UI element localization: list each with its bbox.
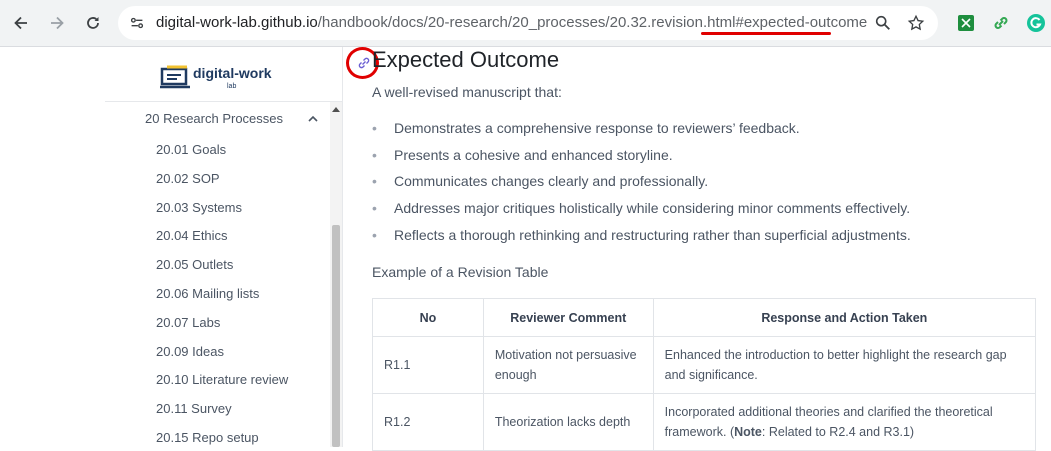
address-bar[interactable]: digital-work-lab.github.io/handbook/docs…	[118, 6, 938, 40]
table-row: R1.1 Motivation not persuasive enough En…	[372, 336, 1037, 394]
forward-icon[interactable]	[43, 9, 71, 37]
site-settings-icon[interactable]	[127, 13, 147, 33]
sidebar-item-survey[interactable]: 20.11 Survey	[156, 401, 232, 416]
cell-comment: Theorization lacks depth	[482, 393, 654, 451]
table-header-row: No Reviewer Comment Response and Action …	[372, 298, 1037, 337]
main-content: Expected Outcome A well-revised manuscri…	[344, 47, 1051, 451]
url-text[interactable]: digital-work-lab.github.io/handbook/docs…	[156, 14, 867, 31]
table-caption: Example of a Revision Table	[372, 264, 549, 280]
sidebar-item-systems[interactable]: 20.03 Systems	[156, 200, 242, 215]
cell-comment: Motivation not persuasive enough	[482, 336, 654, 394]
list-item: Presents a cohesive and enhanced storyli…	[372, 147, 911, 174]
table-row: R1.2 Theorization lacks depth Incorporat…	[372, 393, 1037, 451]
sidebar-item-literature-review[interactable]: 20.10 Literature review	[156, 372, 288, 387]
sidebar-item-sop[interactable]: 20.02 SOP	[156, 171, 220, 186]
back-icon[interactable]	[7, 9, 35, 37]
sidebar-divider	[105, 101, 343, 102]
sidebar-item-mailing-lists[interactable]: 20.06 Mailing lists	[156, 286, 259, 301]
sidebar-item-ethics[interactable]: 20.04 Ethics	[156, 228, 228, 243]
grammarly-icon[interactable]	[1022, 9, 1050, 37]
fragment-highlight-underline	[701, 32, 831, 35]
sidebar-item-ideas[interactable]: 20.09 Ideas	[156, 344, 224, 359]
cell-response: Enhanced the introduction to better high…	[652, 336, 1037, 394]
revision-table: No Reviewer Comment Response and Action …	[372, 298, 1037, 451]
reload-icon[interactable]	[79, 9, 107, 37]
page-heading: Expected Outcome	[372, 47, 560, 72]
link-extension-icon[interactable]	[987, 9, 1015, 37]
sidebar-scrollbar-thumb[interactable]	[332, 225, 340, 447]
extension-icon[interactable]	[952, 9, 980, 37]
browser-toolbar: digital-work-lab.github.io/handbook/docs…	[0, 0, 1051, 47]
logo-mark-icon	[160, 65, 190, 89]
sidebar-item-labs[interactable]: 20.07 Labs	[156, 315, 220, 330]
anchor-link-icon[interactable]	[356, 55, 372, 71]
site-logo[interactable]: digital-work lab	[157, 59, 277, 99]
cell-no: R1.2	[372, 393, 484, 451]
bookmark-star-icon[interactable]	[906, 13, 926, 33]
sidebar-item-repo-setup[interactable]: 20.15 Repo setup	[156, 430, 259, 445]
list-item: Communicates changes clearly and profess…	[372, 173, 911, 200]
logo-subtext: lab	[227, 83, 237, 90]
note-label: Note	[734, 425, 762, 439]
chevron-up-icon[interactable]	[307, 113, 319, 125]
sidebar: digital-work lab 20 Research Processes 2…	[105, 47, 343, 447]
sidebar-section-research-processes[interactable]: 20 Research Processes	[145, 111, 283, 126]
cell-no: R1.1	[372, 336, 484, 394]
cell-response: Incorporated additional theories and cla…	[652, 393, 1037, 451]
outcome-list: Demonstrates a comprehensive response to…	[372, 120, 911, 253]
list-item: Reflects a thorough rethinking and restr…	[372, 227, 911, 254]
zoom-icon[interactable]	[873, 13, 893, 33]
sidebar-item-outlets[interactable]: 20.05 Outlets	[156, 257, 233, 272]
logo-text: digital-work	[193, 65, 272, 81]
scroll-up-arrow-icon[interactable]	[330, 103, 342, 115]
header-reviewer-comment: Reviewer Comment	[482, 298, 654, 337]
header-response: Response and Action Taken	[652, 298, 1037, 337]
list-item: Addresses major critiques holistically w…	[372, 200, 911, 227]
sidebar-item-goals[interactable]: 20.01 Goals	[156, 142, 226, 157]
intro-text: A well-revised manuscript that:	[372, 84, 562, 100]
list-item: Demonstrates a comprehensive response to…	[372, 120, 911, 147]
response-text-end: : Related to R2.4 and R3.1)	[761, 425, 915, 439]
header-no: No	[372, 298, 484, 337]
